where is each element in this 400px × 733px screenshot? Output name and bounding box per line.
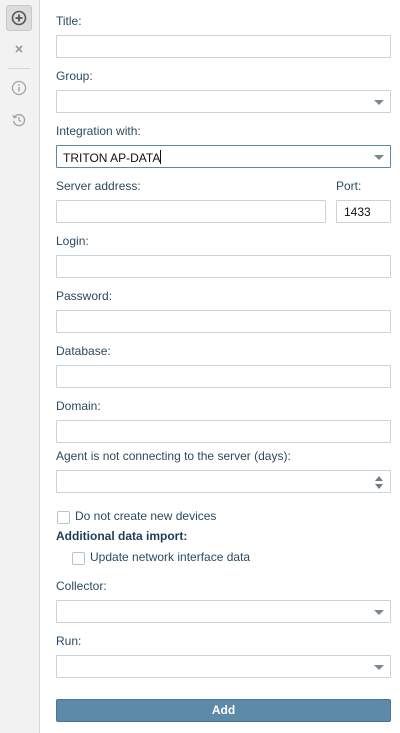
info-icon xyxy=(11,80,27,96)
close-button[interactable] xyxy=(6,36,32,62)
domain-input[interactable] xyxy=(56,420,391,443)
password-input[interactable] xyxy=(56,310,391,333)
group-select[interactable] xyxy=(56,90,391,113)
add-button[interactable] xyxy=(6,5,32,31)
database-input[interactable] xyxy=(56,365,391,388)
add-submit-button[interactable]: Add xyxy=(56,699,391,722)
server-address-label: Server address: xyxy=(56,179,141,193)
chevron-down-icon xyxy=(374,665,384,670)
stepper-arrows-icon[interactable] xyxy=(375,476,385,490)
integration-label: Integration with: xyxy=(56,124,141,138)
integration-select[interactable]: TRITON AP-DATA xyxy=(56,145,391,168)
collector-label: Collector: xyxy=(56,579,107,593)
login-input[interactable] xyxy=(56,255,391,278)
update-network-checkbox[interactable] xyxy=(72,552,85,565)
info-button[interactable] xyxy=(6,75,32,101)
plus-circle-icon xyxy=(11,10,27,26)
run-label: Run: xyxy=(56,634,82,648)
port-input[interactable]: 1433 xyxy=(336,200,391,223)
integration-value: TRITON AP-DATA xyxy=(63,150,162,165)
server-address-input[interactable] xyxy=(56,200,326,223)
title-label: Title: xyxy=(56,14,82,28)
history-icon xyxy=(12,113,26,127)
port-value: 1433 xyxy=(344,205,371,219)
agent-days-stepper[interactable] xyxy=(56,470,391,493)
side-toolbar xyxy=(0,0,40,733)
no-new-devices-label: Do not create new devices xyxy=(75,509,217,523)
update-network-label: Update network interface data xyxy=(90,550,251,564)
history-button[interactable] xyxy=(6,107,32,133)
additional-import-heading: Additional data import: xyxy=(56,529,188,543)
database-label: Database: xyxy=(56,344,111,358)
title-input[interactable] xyxy=(56,35,391,58)
text-cursor xyxy=(160,150,162,164)
group-label: Group: xyxy=(56,69,93,83)
chevron-down-icon xyxy=(374,610,384,615)
collector-select[interactable] xyxy=(56,600,391,623)
run-select[interactable] xyxy=(56,655,391,678)
port-label: Port: xyxy=(336,179,362,193)
chevron-down-icon xyxy=(374,155,384,160)
login-label: Login: xyxy=(56,234,89,248)
password-label: Password: xyxy=(56,289,113,303)
agent-days-label: Agent is not connecting to the server (d… xyxy=(56,449,291,463)
domain-label: Domain: xyxy=(56,399,101,413)
toolbar-divider xyxy=(8,68,30,69)
no-new-devices-checkbox[interactable] xyxy=(57,511,70,524)
chevron-down-icon xyxy=(374,100,384,105)
close-icon xyxy=(15,45,23,53)
